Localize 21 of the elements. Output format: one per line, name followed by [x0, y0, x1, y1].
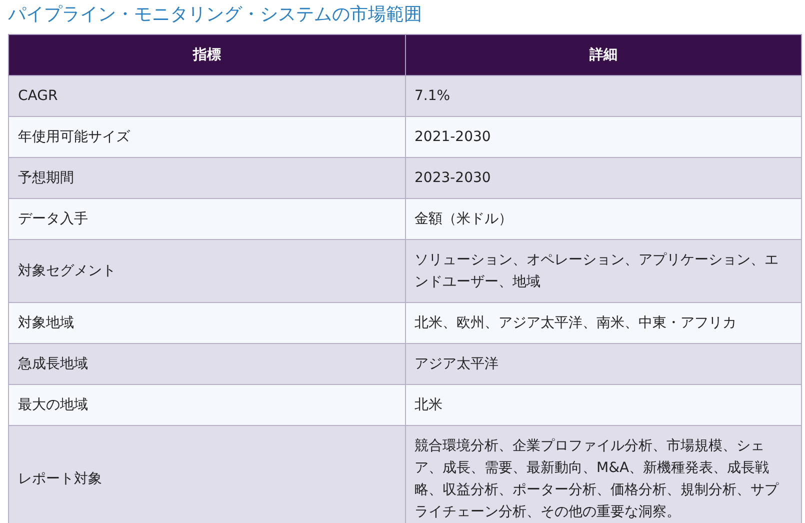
column-header: 指標	[8, 34, 405, 76]
column-header: 詳細	[405, 34, 802, 76]
table-cell: ソリューション、オペレーション、アプリケーション、エンドユーザー、地域	[405, 240, 802, 302]
table-cell: 7.1%	[405, 76, 802, 116]
table-cell: 年使用可能サイズ	[8, 116, 405, 158]
table-cell: 予想期間	[8, 158, 405, 198]
table-cell: 2023-2030	[405, 158, 802, 198]
table-cell: 北米	[405, 384, 802, 426]
table-cell: 対象地域	[8, 302, 405, 344]
table-cell: 金額（米ドル）	[405, 198, 802, 240]
table-cell: 競合環境分析、企業プロファイル分析、市場規模、シェア、成長、需要、最新動向、M&A、新機種発表、成長戦略、収益分析、ポーター分析、価格分析、規制分析、サプライチェーン分析、その他の重要な洞察。	[405, 426, 802, 523]
table-cell: レポート対象	[8, 426, 405, 523]
page-title: パイプライン・モニタリング・システムの市場範囲	[8, 3, 423, 27]
table-cell: 最大の地域	[8, 384, 405, 426]
table-cell: 北米、欧州、アジア太平洋、南米、中東・アフリカ	[405, 302, 802, 344]
table-cell: CAGR	[8, 76, 405, 116]
table-cell: 急成長地域	[8, 344, 405, 384]
table-cell: 対象セグメント	[8, 240, 405, 302]
table-cell: データ入手	[8, 198, 405, 240]
table-cell: アジア太平洋	[405, 344, 802, 384]
table-cell: 2021-2030	[405, 116, 802, 158]
